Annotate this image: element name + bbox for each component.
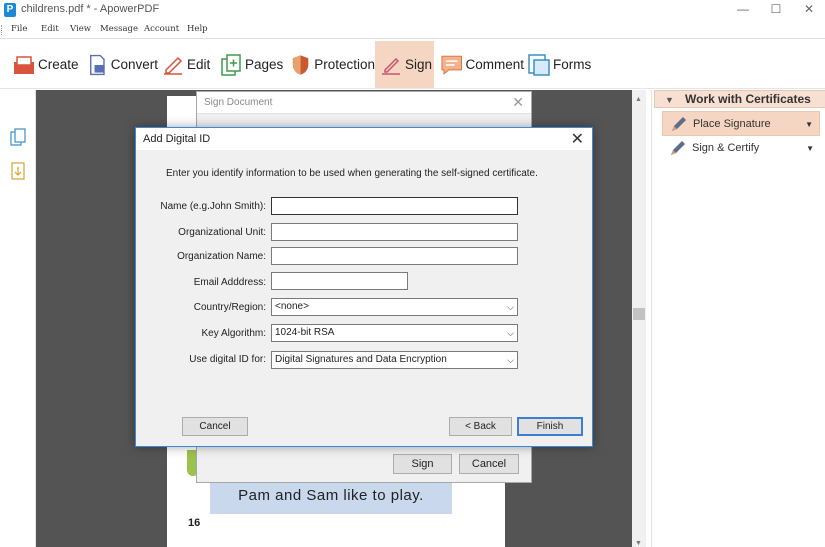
use-for-label: Use digital ID for:	[189, 354, 266, 365]
org-name-label: Organization Name:	[177, 251, 266, 262]
sign-document-title: Sign Document	[204, 97, 273, 108]
title-bar: P childrens.pdf * - ApowerPDF — ☐ ✕	[0, 0, 825, 20]
chevron-down-icon: ⌵	[507, 302, 514, 312]
chevron-down-icon: ⌵	[507, 355, 514, 365]
menu-help[interactable]: Help	[187, 24, 208, 34]
signature-pen-icon	[382, 57, 400, 75]
key-algorithm-value: 1024-bit RSA	[275, 327, 335, 338]
panel-header-label: Work with Certificates	[685, 92, 811, 106]
country-value: <none>	[275, 301, 309, 312]
add-digital-id-dialog: Add Digital ID ✕ Enter you identify info…	[135, 127, 593, 447]
forms-label: Forms	[553, 57, 592, 72]
menu-account[interactable]: Account	[144, 24, 179, 34]
org-name-input[interactable]	[271, 247, 518, 265]
menu-edit[interactable]: Edit	[41, 24, 59, 34]
country-select[interactable]: <none> ⌵	[271, 298, 518, 316]
name-input[interactable]	[271, 197, 518, 215]
protection-button[interactable]: Protection	[277, 41, 375, 88]
key-algorithm-select[interactable]: 1024-bit RSA ⌵	[271, 324, 518, 342]
app-window: P childrens.pdf * - ApowerPDF — ☐ ✕ File…	[0, 0, 825, 547]
sign-button[interactable]: Sign	[375, 41, 434, 88]
attachments-icon[interactable]	[10, 162, 26, 180]
email-label: Email Adddress:	[193, 277, 266, 288]
sign-document-titlebar: Sign Document ✕	[197, 92, 531, 114]
menu-file[interactable]: File	[11, 24, 27, 34]
place-signature-label: Place Signature	[693, 118, 771, 130]
sign-panel: ▼ Work with Certificates Place Signature…	[651, 90, 825, 547]
scroll-up-icon[interactable]: ▲	[635, 96, 642, 103]
sign-certify-label: Sign & Certify	[692, 142, 760, 154]
minimize-button[interactable]: —	[725, 0, 761, 20]
forms-button[interactable]: Forms	[515, 41, 595, 88]
intro-text: Enter you identify information to be use…	[166, 168, 538, 179]
page-caption: Pam and Sam like to play.	[210, 480, 452, 514]
use-for-select[interactable]: Digital Signatures and Data Encryption ⌵	[271, 351, 518, 369]
pen-icon	[671, 141, 685, 155]
pen-icon	[672, 117, 686, 131]
org-unit-input[interactable]	[271, 223, 518, 241]
edit-button[interactable]: Edit	[149, 41, 215, 88]
use-for-value: Digital Signatures and Data Encryption	[275, 354, 447, 365]
shield-icon	[292, 54, 309, 75]
cancel-button[interactable]: Cancel	[182, 417, 248, 436]
left-sidebar	[0, 90, 36, 547]
menu-view[interactable]: View	[70, 24, 91, 34]
scroll-down-icon[interactable]: ▼	[635, 540, 642, 547]
window-title: childrens.pdf * - ApowerPDF	[21, 3, 160, 15]
pages-icon	[221, 53, 241, 76]
name-label: Name (e.g.John Smith):	[160, 201, 266, 212]
chevron-down-icon: ⌵	[507, 328, 514, 338]
protection-label: Protection	[314, 57, 375, 72]
create-button[interactable]: Create	[0, 41, 80, 88]
comment-icon	[441, 55, 463, 75]
comment-button[interactable]: Comment	[428, 41, 524, 88]
org-unit-label: Organizational Unit:	[178, 227, 266, 238]
close-icon[interactable]: ✕	[512, 94, 524, 111]
edit-icon	[164, 56, 183, 75]
document-scrollbar[interactable]: ▲ ▼	[632, 90, 646, 547]
close-window-button[interactable]: ✕	[791, 0, 825, 20]
add-digital-id-title: Add Digital ID	[143, 133, 211, 145]
create-icon	[14, 55, 34, 74]
main-toolbar: Create Convert Edit Pages Protection Sig…	[0, 40, 825, 89]
forms-icon	[528, 53, 550, 76]
maximize-button[interactable]: ☐	[758, 0, 794, 20]
collapse-triangle-icon: ▼	[665, 95, 674, 105]
pages-button[interactable]: Pages	[207, 41, 287, 88]
close-icon[interactable]: ✕	[571, 129, 584, 149]
finish-button[interactable]: Finish	[517, 417, 583, 436]
app-logo-icon: P	[4, 3, 16, 17]
menu-grip	[1, 25, 3, 35]
menu-message[interactable]: Message	[100, 24, 138, 34]
sign-document-cancel-button[interactable]: Cancel	[459, 454, 519, 474]
dropdown-caret-icon[interactable]: ▼	[805, 112, 813, 137]
dropdown-caret-icon[interactable]: ▼	[806, 136, 814, 161]
key-algorithm-label: Key Algorithm:	[201, 328, 266, 339]
convert-button[interactable]: Convert	[74, 41, 158, 88]
sign-certify-item[interactable]: Sign & Certify ▼	[662, 136, 820, 161]
menu-bar: File Edit View Message Account Help	[0, 21, 825, 39]
place-signature-item[interactable]: Place Signature ▼	[662, 111, 820, 136]
back-button[interactable]: < Back	[449, 417, 512, 436]
create-label: Create	[38, 57, 79, 72]
sign-document-sign-button[interactable]: Sign	[393, 454, 452, 474]
thumbnails-icon[interactable]	[10, 128, 26, 146]
page-number: 16	[188, 517, 201, 529]
work-with-certificates-header[interactable]: ▼ Work with Certificates	[654, 90, 825, 108]
add-digital-id-titlebar: Add Digital ID ✕	[136, 128, 592, 150]
email-input[interactable]	[271, 272, 408, 290]
convert-icon	[90, 54, 105, 75]
scroll-thumb[interactable]	[633, 308, 645, 320]
country-label: Country/Region:	[193, 302, 266, 313]
